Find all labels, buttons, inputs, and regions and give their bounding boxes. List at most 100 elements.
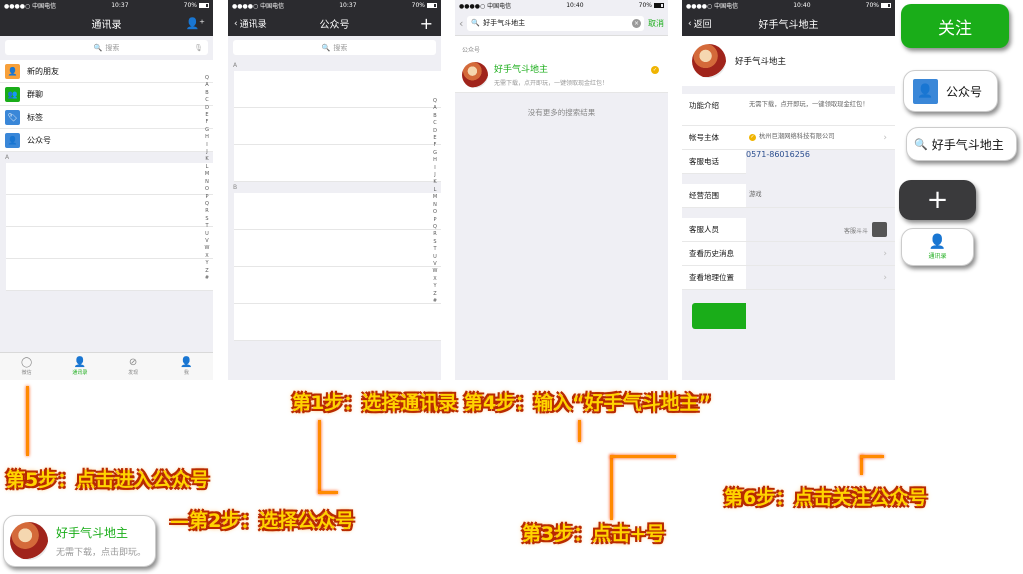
- index-letter[interactable]: I: [203, 142, 211, 149]
- tab-bar: ◯ 微信 👤 通讯录 ⊘ 发现 👤 我: [0, 352, 213, 380]
- index-letter[interactable]: J: [431, 172, 439, 179]
- index-letter[interactable]: C: [431, 120, 439, 127]
- index-letter[interactable]: H: [431, 157, 439, 164]
- index-letter[interactable]: M: [431, 194, 439, 201]
- index-letter[interactable]: V: [203, 238, 211, 245]
- index-letter[interactable]: L: [203, 164, 211, 171]
- contact-function-row[interactable]: 👤 公众号: [0, 129, 213, 152]
- index-letter[interactable]: X: [431, 276, 439, 283]
- alphabet-index[interactable]: Q A B C D E F G H I J K L M N O P Q R S T U V W X Y Z #: [431, 98, 439, 305]
- add-button[interactable]: +: [420, 11, 433, 36]
- index-letter[interactable]: R: [431, 231, 439, 238]
- index-letter[interactable]: O: [203, 186, 211, 193]
- contact-function-row[interactable]: 🏷 标签: [0, 106, 213, 129]
- search-input[interactable]: 🔍 搜索: [233, 40, 436, 55]
- index-letter[interactable]: Q: [431, 98, 439, 105]
- index-letter[interactable]: M: [203, 171, 211, 178]
- index-letter[interactable]: S: [203, 216, 211, 223]
- search-bar[interactable]: 🔍 搜索: [228, 36, 441, 60]
- list-item[interactable]: [234, 304, 441, 341]
- index-letter[interactable]: E: [431, 135, 439, 142]
- index-letter[interactable]: V: [431, 261, 439, 268]
- list-item[interactable]: [6, 163, 213, 195]
- index-letter[interactable]: Q: [203, 75, 211, 82]
- index-letter[interactable]: Z: [203, 268, 211, 275]
- index-letter[interactable]: L: [431, 187, 439, 194]
- index-letter[interactable]: T: [431, 246, 439, 253]
- index-letter[interactable]: A: [431, 105, 439, 112]
- list-item[interactable]: [234, 145, 441, 182]
- index-letter[interactable]: J: [203, 149, 211, 156]
- history-row[interactable]: 查看历史消息 ›: [682, 242, 895, 266]
- index-letter[interactable]: F: [431, 142, 439, 149]
- index-letter[interactable]: Y: [431, 283, 439, 290]
- search-input[interactable]: 🔍 好手气斗地主 ×: [467, 15, 644, 31]
- cancel-button[interactable]: 取消: [648, 18, 664, 29]
- index-letter[interactable]: Q: [203, 201, 211, 208]
- profile-header: 好手气斗地主: [682, 36, 895, 86]
- tab-chat-bubble[interactable]: ◯ 微信: [0, 353, 53, 380]
- index-letter[interactable]: Y: [203, 260, 211, 267]
- index-letter[interactable]: G: [431, 150, 439, 157]
- index-letter[interactable]: E: [203, 112, 211, 119]
- index-letter[interactable]: C: [203, 97, 211, 104]
- clear-icon[interactable]: ×: [632, 18, 641, 28]
- tab-compass[interactable]: ⊘ 发现: [107, 353, 160, 380]
- index-letter[interactable]: X: [203, 253, 211, 260]
- phone-row[interactable]: 客服电话 0571-86016256: [682, 150, 895, 380]
- list-item[interactable]: [234, 267, 441, 304]
- index-letter[interactable]: Q: [431, 224, 439, 231]
- index-letter[interactable]: F: [203, 119, 211, 126]
- index-letter[interactable]: Z: [431, 291, 439, 298]
- alphabet-index[interactable]: Q A B C D E F G H I J K L M N O P Q R S T U V W X Y Z #: [203, 75, 211, 282]
- chevron-left-icon[interactable]: ‹: [459, 17, 463, 30]
- tab-me[interactable]: 👤 我: [160, 353, 213, 380]
- index-letter[interactable]: U: [431, 254, 439, 261]
- index-letter[interactable]: H: [203, 134, 211, 141]
- list-item[interactable]: [234, 71, 441, 108]
- index-letter[interactable]: G: [203, 127, 211, 134]
- index-letter[interactable]: W: [431, 268, 439, 275]
- contact-function-row[interactable]: 👥 群聊: [0, 83, 213, 106]
- index-letter[interactable]: T: [203, 223, 211, 230]
- carrier-text: ●●●●○ 中国电信: [4, 3, 57, 10]
- index-letter[interactable]: P: [431, 217, 439, 224]
- index-letter[interactable]: I: [431, 165, 439, 172]
- back-button[interactable]: ‹ 返回: [688, 11, 712, 36]
- row-label: 新的朋友: [27, 66, 59, 76]
- list-item[interactable]: [6, 259, 213, 291]
- index-letter[interactable]: O: [431, 209, 439, 216]
- location-row[interactable]: 查看地理位置 ›: [682, 266, 895, 290]
- index-letter[interactable]: K: [431, 179, 439, 186]
- owner-row[interactable]: 帐号主体 ✓ 杭州巨潮网络科技有限公司 ›: [682, 126, 895, 150]
- tab-contacts[interactable]: 👤 通讯录: [53, 353, 106, 380]
- search-bar[interactable]: 🔍 搜索 🎙: [0, 36, 213, 60]
- index-letter[interactable]: K: [203, 156, 211, 163]
- list-item[interactable]: [234, 108, 441, 145]
- list-item[interactable]: [6, 195, 213, 227]
- index-letter[interactable]: D: [431, 128, 439, 135]
- microphone-icon[interactable]: 🎙: [194, 44, 203, 52]
- index-letter[interactable]: W: [203, 245, 211, 252]
- index-letter[interactable]: R: [203, 208, 211, 215]
- index-letter[interactable]: P: [203, 194, 211, 201]
- index-letter[interactable]: D: [203, 105, 211, 112]
- list-item[interactable]: [234, 193, 441, 230]
- search-result-item[interactable]: 好手气斗地主 无需下载，点开即玩，一键领取现金红包！ ✓: [455, 57, 668, 93]
- contact-function-row[interactable]: 👤 新的朋友: [0, 60, 213, 83]
- index-letter[interactable]: N: [431, 202, 439, 209]
- search-input[interactable]: 🔍 搜索 🎙: [5, 40, 208, 55]
- index-letter[interactable]: U: [203, 231, 211, 238]
- list-item[interactable]: [234, 230, 441, 267]
- index-letter[interactable]: B: [203, 90, 211, 97]
- index-letter[interactable]: A: [203, 82, 211, 89]
- index-letter[interactable]: #: [431, 298, 439, 305]
- index-letter[interactable]: B: [431, 113, 439, 120]
- index-letter[interactable]: #: [203, 275, 211, 282]
- back-button[interactable]: ‹ 通讯录: [234, 11, 267, 36]
- list-item[interactable]: [6, 227, 213, 259]
- index-letter[interactable]: S: [431, 239, 439, 246]
- staff-row[interactable]: 客服人员 客服斗斗: [682, 218, 895, 242]
- index-letter[interactable]: N: [203, 179, 211, 186]
- add-contact-icon[interactable]: 👤⁺: [185, 11, 205, 36]
